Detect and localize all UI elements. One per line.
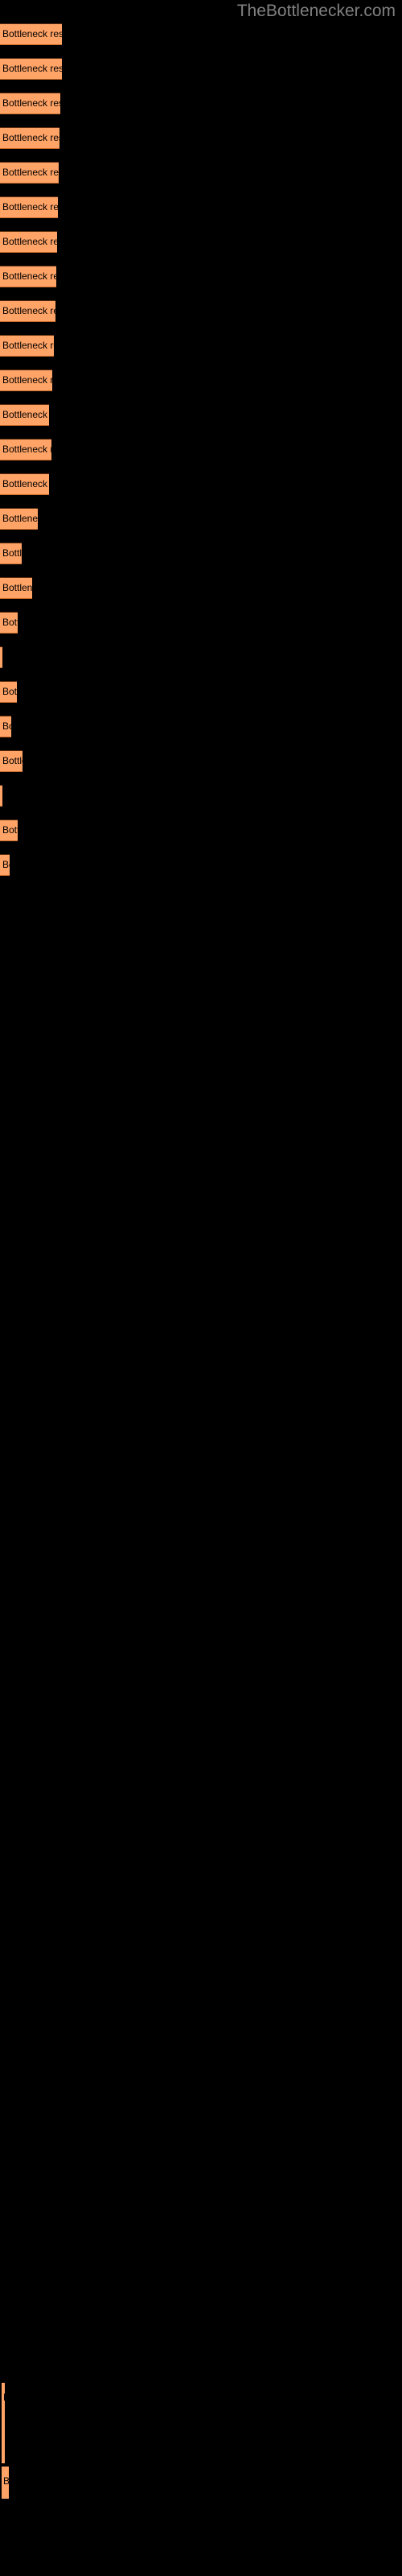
chart-bar-label: Bottleneck result bbox=[3, 2475, 9, 2487]
chart-bar: Bottleneck result bbox=[0, 439, 51, 460]
chart-bar: Bottleneck result bbox=[0, 854, 10, 876]
chart-bar: Bottleneck result bbox=[0, 646, 2, 668]
chart-bar-label: Bottleneck result bbox=[2, 97, 60, 109]
chart-bar: Bottleneck result bbox=[0, 404, 49, 426]
chart-bar: Bottleneck result bbox=[0, 335, 54, 357]
chart-bar: Bottleneck result bbox=[0, 543, 22, 564]
chart-bar-label: Bottleneck result bbox=[2, 270, 56, 282]
chart-bar: Bottleneck result bbox=[0, 231, 57, 253]
chart-bar-label: Bottleneck result bbox=[2, 582, 32, 593]
chart-bar: Bottleneck result bbox=[0, 300, 55, 322]
chart-bar-label: Bottleneck result bbox=[2, 63, 62, 74]
chart-bar-label: Bottleneck result bbox=[2, 686, 17, 697]
chart-bar: Bottleneck result bbox=[0, 508, 38, 530]
chart-bar-sliver: Bottleneck result bbox=[2, 2383, 5, 2463]
chart-bar-label: Bottleneck result bbox=[3, 2391, 5, 2405]
chart-bar-label: Bottleneck result bbox=[2, 28, 62, 39]
chart-bar: Bottleneck result bbox=[0, 23, 62, 45]
chart-bar: Bottleneck result bbox=[0, 716, 11, 737]
chart-bar-label: Bottleneck result bbox=[2, 305, 55, 316]
chart-bar-label: Bottleneck result bbox=[2, 617, 18, 628]
chart-bar-label: Bottleneck result bbox=[2, 236, 57, 247]
chart-bar: Bottleneck result bbox=[0, 473, 49, 495]
chart-bar-label: Bottleneck result bbox=[2, 478, 49, 489]
chart-bar-label: Bottleneck result bbox=[2, 547, 22, 559]
chart-bar: Bottleneck result bbox=[0, 819, 18, 841]
chart-bar: Bottleneck result bbox=[0, 612, 18, 634]
chart-bar: Bottleneck result bbox=[0, 196, 58, 218]
chart-bar-label: Bottleneck result bbox=[2, 374, 52, 386]
chart-bar: Bottleneck result bbox=[0, 369, 52, 391]
chart-bar: Bottleneck result bbox=[0, 785, 2, 807]
chart-bar-label: Bottleneck result bbox=[2, 409, 49, 420]
chart-bar-label: Bottleneck result bbox=[2, 201, 58, 213]
chart-bar-label: Bottleneck result bbox=[2, 824, 18, 836]
bottleneck-bar-chart: Bottleneck result Bottleneck result Bottle… bbox=[0, 0, 402, 2576]
chart-bar: Bottleneck result bbox=[0, 577, 32, 599]
chart-bar: Bottleneck result bbox=[0, 58, 62, 80]
chart-bar: Bottleneck result bbox=[0, 93, 60, 114]
chart-bar: Bottleneck result bbox=[0, 127, 59, 149]
chart-bar-label: Bottleneck result bbox=[2, 720, 11, 732]
chart-bar-label: Bottleneck result bbox=[2, 340, 54, 351]
chart-bar-label: Bottleneck result bbox=[2, 859, 10, 870]
chart-bar-sliver: Bottleneck result bbox=[2, 2467, 9, 2499]
chart-bar: Bottleneck result bbox=[0, 750, 23, 772]
chart-bar-label: Bottleneck result bbox=[2, 513, 38, 524]
chart-bar-label: Bottleneck result bbox=[2, 444, 51, 455]
chart-bar-label: Bottleneck result bbox=[2, 167, 59, 178]
chart-bar-label: Bottleneck result bbox=[2, 755, 23, 766]
chart-bar-label: Bottleneck result bbox=[2, 132, 59, 143]
chart-bar: Bottleneck result bbox=[0, 266, 56, 287]
chart-bar: Bottleneck result bbox=[0, 162, 59, 184]
chart-bar: Bottleneck result bbox=[0, 681, 17, 703]
